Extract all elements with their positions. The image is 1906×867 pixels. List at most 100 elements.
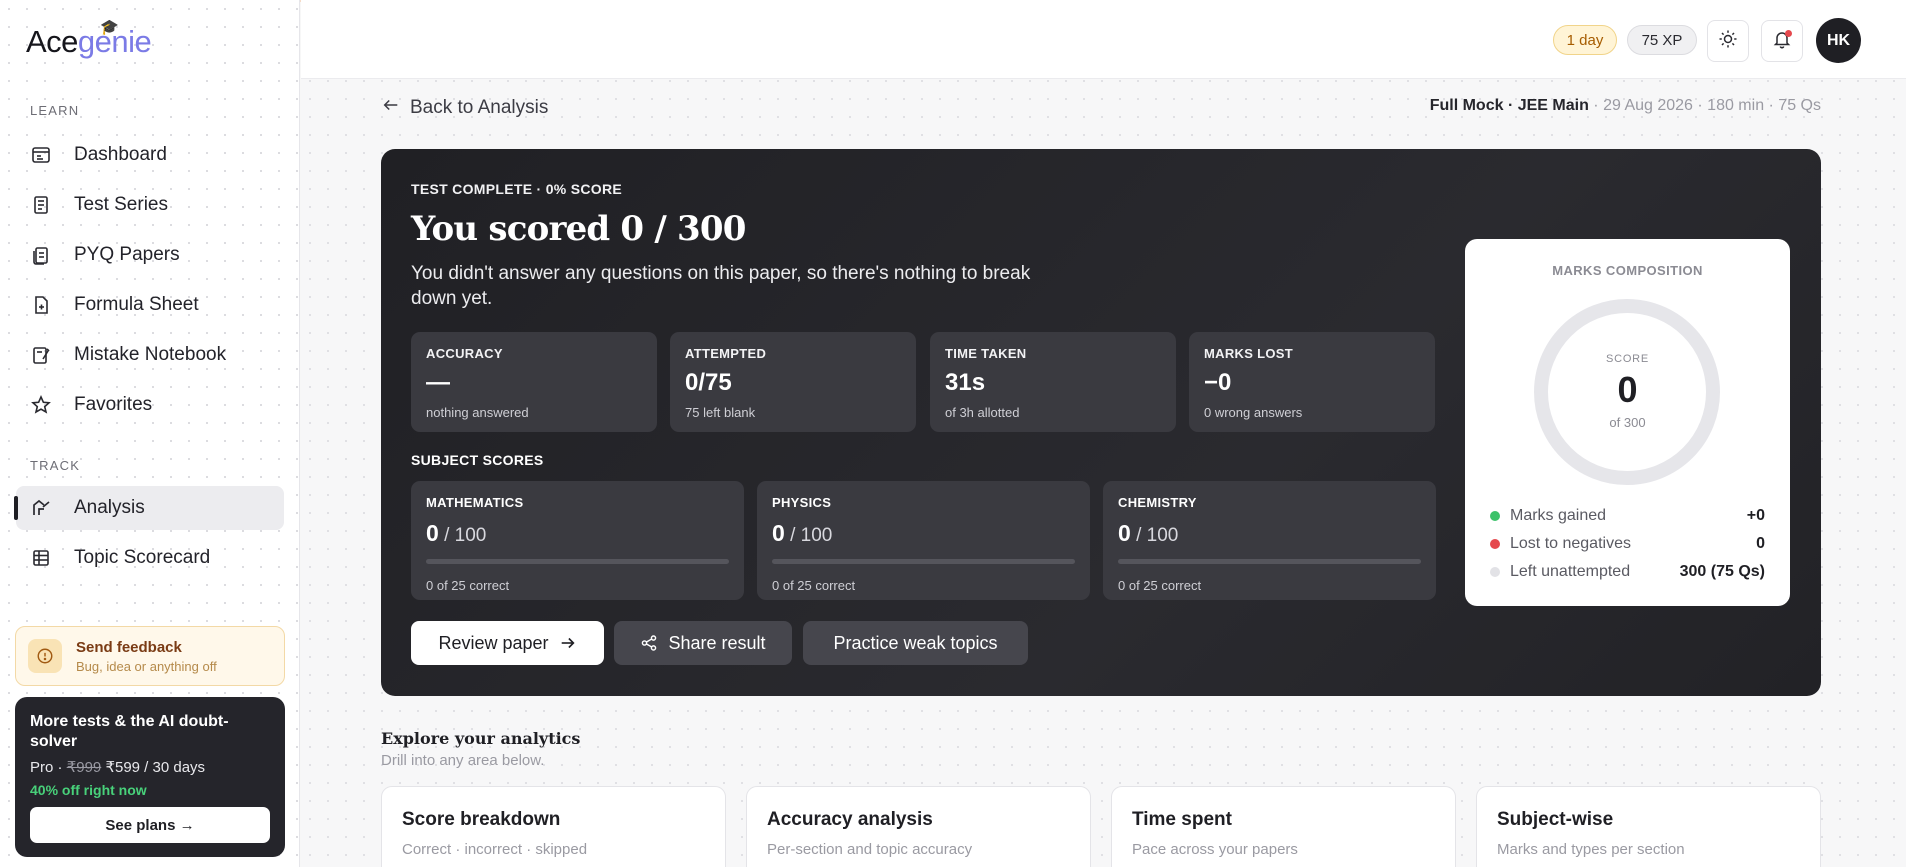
stat-value: 31s (945, 369, 986, 396)
sidebar-item-label: Mistake Notebook (74, 344, 227, 365)
subject-score: 0 / 100 (772, 520, 1075, 547)
graduation-cap-icon: 🎓 (100, 19, 119, 36)
subject-scores-heading: SUBJECT SCORES (411, 452, 544, 468)
promo-new-price: ₹599 / 30 days (105, 759, 206, 776)
track-section-label: TRACK (30, 458, 81, 473)
composition-title: MARKS COMPOSITION (1552, 263, 1703, 278)
notebook-icon (30, 344, 52, 366)
subject-label: MATHEMATICS (426, 495, 524, 510)
tile-title: Time spent (1132, 809, 1232, 830)
donut-score-label: SCORE (1605, 353, 1650, 365)
sidebar-item-favorites[interactable]: Favorites (16, 383, 284, 427)
send-feedback-button[interactable]: Send feedback Bug, idea or anything off (15, 626, 285, 686)
subject-card-chemistry: CHEMISTRY 0 / 100 0 of 25 correct (1103, 481, 1436, 600)
user-avatar[interactable]: HK (1816, 18, 1861, 63)
stat-subtext: nothing answered (426, 405, 529, 420)
result-eyebrow: TEST COMPLETE · 0% SCORE (411, 181, 622, 197)
arrow-right-icon (561, 637, 575, 649)
notification-dot (1785, 30, 1792, 37)
sun-icon (1718, 29, 1738, 54)
main-content: 1 day 75 XP HK Back to Analysis Full Moc… (301, 0, 1906, 867)
theme-toggle-button[interactable] (1707, 20, 1749, 62)
back-to-analysis-link[interactable]: Back to Analysis (382, 96, 548, 120)
promo-old-price: ₹999 (66, 759, 102, 776)
test-meta: Full Mock · JEE Main · 29 Aug 2026 · 180… (1430, 97, 1821, 115)
subject-card-mathematics: MATHEMATICS 0 / 100 0 of 25 correct (411, 481, 744, 600)
tile-subtitle: Per-section and topic accuracy (767, 841, 973, 858)
legend-value: 0 (1756, 535, 1765, 552)
sidebar-item-formula-sheet[interactable]: Formula Sheet (16, 283, 284, 327)
stat-card-attempted: ATTEMPTED 0/75 75 left blank (670, 332, 916, 432)
subject-subtext: 0 of 25 correct (426, 578, 510, 593)
formula-icon (30, 294, 52, 316)
notifications-button[interactable] (1761, 20, 1803, 62)
donut-score-value: 0 (1617, 369, 1638, 410)
stat-subtext: 0 wrong answers (1204, 405, 1303, 420)
star-icon (30, 394, 52, 416)
legend-value: +0 (1746, 507, 1765, 524)
share-result-label: Share result (668, 632, 766, 653)
tile-time-spent[interactable]: Time spent Pace across your papers (1111, 786, 1456, 867)
share-icon (642, 635, 657, 651)
streak-badge[interactable]: 1 day (1553, 25, 1617, 55)
tile-accuracy-analysis[interactable]: Accuracy analysis Per-section and topic … (746, 786, 1091, 867)
stat-label: TIME TAKEN (945, 346, 1027, 361)
tile-subject-wise[interactable]: Subject-wise Marks and types per section (1476, 786, 1821, 867)
sidebar-item-topic-scorecard[interactable]: Topic Scorecard (16, 536, 284, 580)
legend-dot-unattempted (1490, 567, 1500, 577)
sidebar-item-label: Dashboard (74, 144, 167, 165)
legend-left-unattempted: Left unattempted 300 (75 Qs) (1490, 563, 1765, 581)
promo-discount: 40% off right now (30, 782, 147, 798)
subject-score-value: 0 (1118, 520, 1131, 546)
brand-logo[interactable]: Acegenie 🎓 (26, 19, 152, 60)
see-plans-button[interactable]: See plans → (30, 807, 270, 843)
dashboard-icon (30, 144, 52, 166)
result-summary-card: TEST COMPLETE · 0% SCORE You scored 0 / … (381, 149, 1821, 696)
subject-score-value: 0 (426, 520, 439, 546)
feedback-subtitle: Bug, idea or anything off (76, 658, 217, 674)
sidebar-item-pyq-papers[interactable]: PYQ Papers (16, 233, 284, 277)
subject-subtext: 0 of 25 correct (1118, 578, 1202, 593)
upgrade-promo-card: More tests & the AI doubt-solver Pro · ₹… (15, 697, 285, 857)
tile-score-breakdown[interactable]: Score breakdown Correct · incorrect · sk… (381, 786, 726, 867)
stat-label: ATTEMPTED (685, 346, 767, 361)
subject-progress-bar (1118, 559, 1421, 564)
sidebar-item-label: Favorites (74, 394, 153, 415)
sidebar-item-analysis[interactable]: Analysis (14, 486, 284, 530)
papers-icon (30, 244, 52, 266)
stat-subtext: of 3h allotted (945, 405, 1020, 420)
xp-badge[interactable]: 75 XP (1627, 25, 1697, 55)
donut-score-max: of 300 (1609, 415, 1646, 430)
subject-score: 0 / 100 (426, 520, 729, 547)
explore-title: Explore your analytics (381, 729, 581, 748)
result-description: You didn't answer any questions on this … (411, 263, 1031, 309)
brand-name-part1: Ace (26, 24, 78, 59)
subject-score: 0 / 100 (1118, 520, 1421, 547)
sidebar-item-label: Topic Scorecard (74, 547, 211, 568)
test-details: · 29 Aug 2026 · 180 min · 75 Qs (1588, 97, 1821, 114)
sidebar-item-test-series[interactable]: Test Series (16, 183, 284, 227)
legend-label: Left unattempted (1510, 563, 1631, 580)
share-result-button[interactable]: Share result (614, 621, 792, 665)
legend-value: 300 (75 Qs) (1679, 563, 1765, 580)
sidebar-item-label: Formula Sheet (74, 294, 199, 315)
tile-subtitle: Marks and types per section (1497, 841, 1685, 858)
legend-dot-negatives (1490, 539, 1500, 549)
sidebar-item-dashboard[interactable]: Dashboard (16, 133, 284, 177)
review-paper-button[interactable]: Review paper (411, 621, 604, 665)
practice-weak-topics-button[interactable]: Practice weak topics (803, 621, 1028, 665)
stat-card-accuracy: ACCURACY — nothing answered (411, 332, 657, 432)
learn-section-label: LEARN (30, 103, 80, 118)
legend-dot-gained (1490, 511, 1500, 521)
tile-subtitle: Pace across your papers (1132, 841, 1298, 858)
subject-card-physics: PHYSICS 0 / 100 0 of 25 correct (757, 481, 1090, 600)
stat-value: — (426, 369, 450, 396)
tile-title: Accuracy analysis (767, 809, 933, 830)
sidebar-item-mistake-notebook[interactable]: Mistake Notebook (16, 333, 284, 377)
sidebar-item-label: Test Series (74, 194, 168, 215)
subject-label: PHYSICS (772, 495, 832, 510)
promo-title: More tests & the AI doubt-solver (30, 713, 229, 750)
analysis-icon (30, 497, 52, 519)
stat-value: −0 (1204, 369, 1232, 396)
top-header: 1 day 75 XP HK (301, 0, 1906, 79)
